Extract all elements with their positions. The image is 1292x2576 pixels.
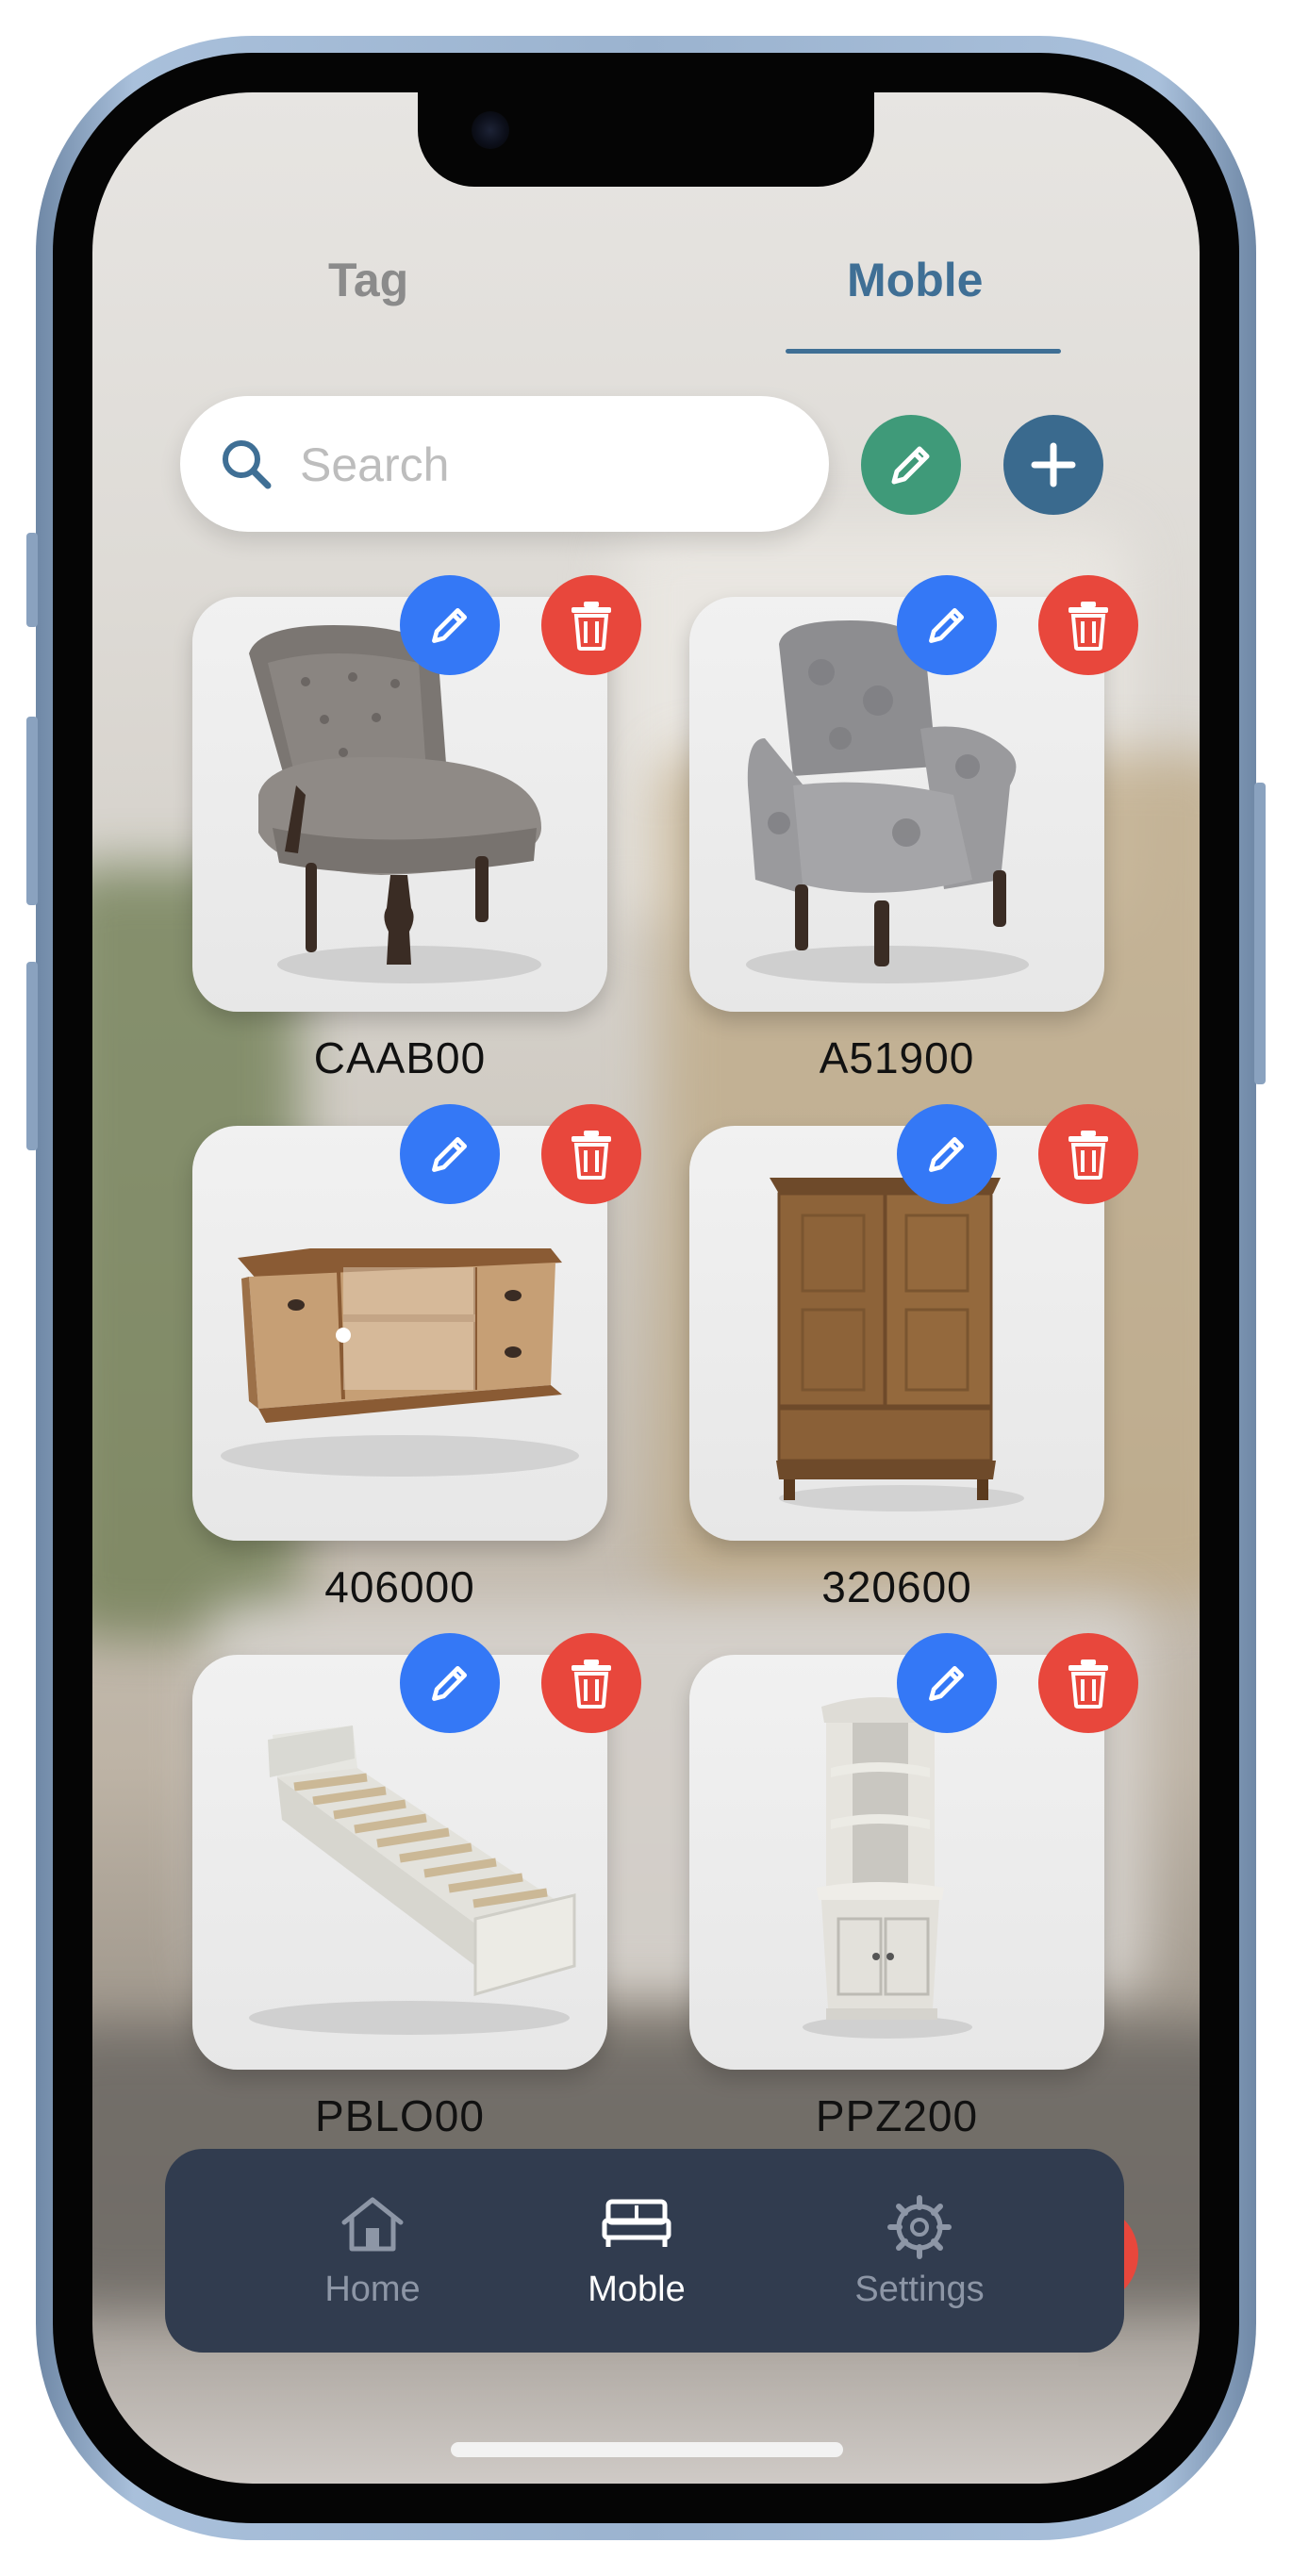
pencil-icon xyxy=(891,446,930,485)
delete-item-ppz200-button[interactable] xyxy=(1038,1633,1138,1733)
trash-icon xyxy=(1068,1660,1108,1709)
notch xyxy=(418,92,874,187)
pencil-icon xyxy=(929,608,964,643)
front-camera xyxy=(472,111,509,149)
item-card-ppz200[interactable] xyxy=(689,1655,1104,2070)
mute-switch xyxy=(26,533,38,627)
edit-list-button[interactable] xyxy=(861,415,961,515)
item-card-406000[interactable] xyxy=(192,1126,607,1541)
volume-down-button xyxy=(26,962,38,1150)
item-code-label: 406000 xyxy=(324,1562,475,1611)
nav-label-settings: Settings xyxy=(854,2270,985,2309)
trash-icon xyxy=(1068,602,1108,651)
tab-tag[interactable]: Tag xyxy=(328,253,408,307)
delete-item-caab00-button[interactable] xyxy=(541,575,641,675)
nav-item-moble[interactable]: Moble xyxy=(542,2149,731,2353)
item-code-label: A51900 xyxy=(819,1033,975,1082)
item-image xyxy=(803,1697,972,2039)
bed-icon xyxy=(602,2199,671,2247)
item-code-label: PBLO00 xyxy=(315,2091,485,2140)
nav-item-settings[interactable]: Settings xyxy=(806,2149,1033,2353)
item-code-label: CAAB00 xyxy=(313,1033,487,1082)
gear-icon xyxy=(887,2195,952,2259)
app-screen: Tag Moble Search CAAB00 A51900 406000 32… xyxy=(92,92,1200,2484)
item-card-pblo00[interactable] xyxy=(192,1655,607,2070)
power-button xyxy=(1254,783,1266,1084)
bottom-navigation: Home Moble Settings xyxy=(165,2149,1124,2353)
home-indicator[interactable] xyxy=(451,2442,843,2457)
search-bar[interactable] xyxy=(180,396,829,532)
pencil-icon xyxy=(432,608,467,643)
pencil-icon xyxy=(929,1137,964,1172)
search-icon xyxy=(223,440,272,489)
edit-item-a51900-button[interactable] xyxy=(897,575,997,675)
item-image xyxy=(746,620,1029,983)
trash-icon xyxy=(571,602,611,651)
volume-up-button xyxy=(26,717,38,905)
edit-item-pblo00-button[interactable] xyxy=(400,1633,500,1733)
delete-item-pblo00-button[interactable] xyxy=(541,1633,641,1733)
item-code-label: 320600 xyxy=(821,1562,972,1611)
plus-icon xyxy=(1031,442,1076,487)
nav-label-home: Home xyxy=(324,2270,421,2309)
nav-item-home[interactable]: Home xyxy=(278,2149,467,2353)
edit-item-406000-button[interactable] xyxy=(400,1104,500,1204)
item-image xyxy=(770,1178,1024,1511)
edit-item-caab00-button[interactable] xyxy=(400,575,500,675)
tab-moble[interactable]: Moble xyxy=(847,253,983,307)
active-tab-indicator xyxy=(786,349,1061,354)
item-image xyxy=(249,625,541,983)
item-image xyxy=(249,1726,576,2035)
pencil-icon xyxy=(929,1666,964,1701)
item-card-320600[interactable] xyxy=(689,1126,1104,1541)
trash-icon xyxy=(1068,1131,1108,1180)
edit-item-320600-button[interactable] xyxy=(897,1104,997,1204)
trash-icon xyxy=(571,1660,611,1709)
pencil-icon xyxy=(432,1137,467,1172)
search-input[interactable] xyxy=(298,424,792,505)
item-code-label: PPZ200 xyxy=(815,2091,979,2140)
delete-item-406000-button[interactable] xyxy=(541,1104,641,1204)
nav-label-moble: Moble xyxy=(588,2270,686,2309)
delete-item-320600-button[interactable] xyxy=(1038,1104,1138,1204)
pencil-icon xyxy=(432,1666,467,1701)
trash-icon xyxy=(571,1131,611,1180)
item-image xyxy=(221,1248,579,1477)
house-icon xyxy=(341,2197,404,2252)
edit-item-ppz200-button[interactable] xyxy=(897,1633,997,1733)
add-item-button[interactable] xyxy=(1003,415,1103,515)
delete-item-a51900-button[interactable] xyxy=(1038,575,1138,675)
item-card-caab00[interactable] xyxy=(192,597,607,1012)
item-card-a51900[interactable] xyxy=(689,597,1104,1012)
